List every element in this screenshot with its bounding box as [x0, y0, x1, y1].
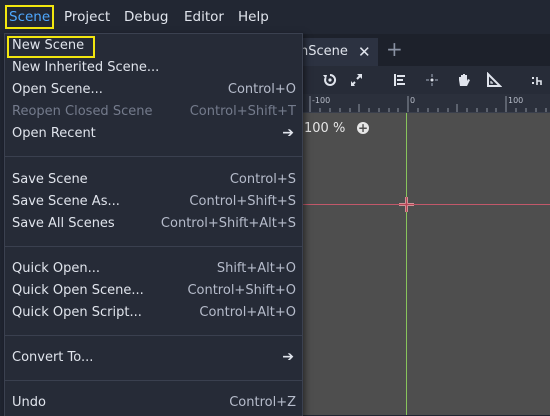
arrow-right-icon: ➔ — [282, 349, 294, 365]
arrow-right-icon: ➔ — [282, 125, 294, 141]
menu-item-quick-open-script[interactable]: Quick Open Script... Control+Alt+O — [5, 303, 302, 325]
menu-item-label: New Scene — [12, 38, 85, 53]
menu-item-shortcut: Control+Shift+O — [187, 283, 296, 298]
menu-project[interactable]: Project — [64, 7, 110, 27]
menu-item-open-recent[interactable]: Open Recent ➔ — [5, 124, 302, 146]
ruler: -100 0 100 — [300, 94, 550, 113]
menu-separator — [5, 246, 302, 247]
menu-item-label: Quick Open Scene... — [12, 283, 144, 298]
scale-icon[interactable] — [348, 72, 364, 88]
menu-item-label: Convert To... — [12, 350, 94, 365]
menu-separator — [5, 380, 302, 381]
menu-item-shortcut: Shift+Alt+O — [216, 261, 296, 276]
x-axis-line — [300, 204, 550, 205]
scene-tab[interactable]: nScene ✕ — [300, 38, 378, 66]
menu-item-label: Quick Open... — [12, 261, 101, 276]
menu-item-open-scene[interactable]: Open Scene... Control+O — [5, 80, 302, 102]
plus-icon[interactable]: + — [386, 37, 403, 61]
menu-separator — [5, 335, 302, 336]
close-icon[interactable]: ✕ — [358, 43, 371, 61]
menu-item-label: Save All Scenes — [12, 216, 115, 231]
ruler-label-0: 0 — [410, 96, 416, 105]
menu-item-shortcut: Control+S — [229, 172, 296, 187]
menu-item-label: Undo — [12, 395, 46, 410]
menu-item-shortcut: Control+Shift+Alt+S — [160, 216, 296, 231]
snap-icon[interactable] — [528, 72, 544, 88]
menu-item-shortcut: Control+Shift+S — [189, 194, 296, 209]
menu-item-shortcut: Control+O — [227, 82, 296, 97]
menu-item-save-all-scenes[interactable]: Save All Scenes Control+Shift+Alt+S — [5, 214, 302, 236]
ruler-label-100: 100 — [508, 96, 524, 105]
menu-item-new-inherited-scene[interactable]: New Inherited Scene... — [5, 58, 302, 80]
origin-cross-icon — [399, 197, 414, 212]
menu-item-convert-to[interactable]: Convert To... ➔ — [5, 348, 302, 370]
menu-item-quick-open[interactable]: Quick Open... Shift+Alt+O — [5, 259, 302, 281]
ruler-label-neg100: -100 — [312, 96, 331, 105]
menu-item-quick-open-scene[interactable]: Quick Open Scene... Control+Shift+O — [5, 281, 302, 303]
menu-item-reopen-closed-scene[interactable]: Reopen Closed Scene Control+Shift+T — [5, 102, 302, 124]
menu-editor[interactable]: Editor — [184, 7, 224, 27]
menu-item-shortcut: Control+Alt+O — [199, 305, 296, 320]
zoom-in-icon[interactable]: + — [357, 122, 369, 134]
menu-help[interactable]: Help — [238, 7, 269, 27]
menu-item-new-scene[interactable]: New Scene — [5, 36, 302, 58]
menu-scene[interactable]: Scene — [5, 5, 55, 29]
menu-item-undo[interactable]: Undo Control+Z — [5, 393, 302, 415]
menu-item-shortcut: Control+Z — [229, 395, 296, 410]
editor-toolbar — [300, 66, 550, 94]
menu-item-label: Quick Open Script... — [12, 305, 142, 320]
menu-item-save-scene[interactable]: Save Scene Control+S — [5, 170, 302, 192]
y-axis-line — [406, 113, 407, 415]
menu-item-shortcut: Control+Shift+T — [189, 104, 296, 119]
menu-item-label: Reopen Closed Scene — [12, 104, 153, 119]
menu-bar: Scene Project Debug Editor Help — [0, 0, 550, 34]
menu-item-save-scene-as[interactable]: Save Scene As... Control+Shift+S — [5, 192, 302, 214]
pan-icon[interactable] — [456, 72, 472, 88]
scene-tab-label: nScene — [300, 44, 348, 59]
menu-item-label: Save Scene As... — [12, 194, 120, 209]
menu-debug[interactable]: Debug — [124, 7, 168, 27]
menu-separator — [5, 156, 302, 157]
menu-item-label: Open Scene... — [12, 82, 103, 97]
ruler-icon[interactable] — [486, 72, 502, 88]
menu-item-label: Open Recent — [12, 126, 96, 141]
zoom-level[interactable]: 100 % — [304, 121, 345, 136]
scene-tab-bar: nScene ✕ + — [300, 34, 550, 66]
viewport-2d[interactable]: 100 % + — [300, 113, 550, 415]
scene-dropdown-menu: New Scene New Inherited Scene... Open Sc… — [4, 33, 303, 416]
rotate-icon[interactable] — [322, 72, 338, 88]
list-icon[interactable] — [392, 72, 408, 88]
menu-item-label: Save Scene — [12, 172, 88, 187]
menu-item-label: New Inherited Scene... — [12, 60, 160, 75]
pivot-icon[interactable] — [424, 72, 440, 88]
